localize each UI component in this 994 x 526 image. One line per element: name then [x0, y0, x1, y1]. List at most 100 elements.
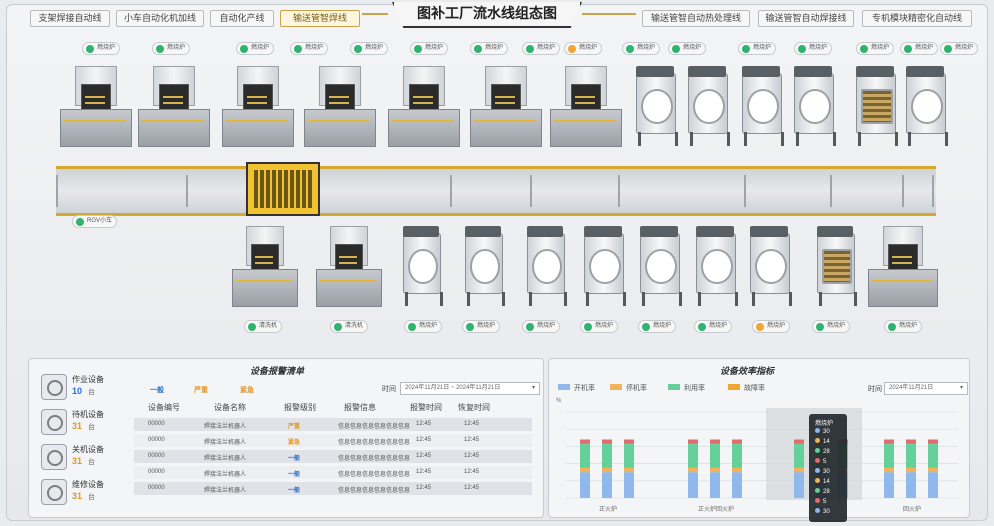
top-tag-7[interactable]: 燃烧炉 [522, 42, 561, 55]
x-tick-label: 正火炉回火炉 [698, 505, 734, 513]
top-tag-10[interactable]: 燃烧炉 [668, 42, 707, 55]
top-tag-3[interactable]: 燃烧炉 [290, 42, 329, 55]
legend-item-0[interactable]: 开机率 [558, 383, 595, 393]
nav-left-0[interactable]: 支架焊接自动线 [30, 10, 110, 27]
top-tag-14[interactable]: 燃烧炉 [900, 42, 939, 55]
oven-stripe [226, 120, 288, 123]
nav-left-2[interactable]: 自动化产线 [210, 10, 274, 27]
top-tag-8[interactable]: 燃烧炉 [564, 42, 603, 55]
top-tag-9[interactable]: 燃烧炉 [622, 42, 661, 55]
table-row[interactable]: 00000 焊接法兰机器人 严重 信息信息信息信息信息信息 12:45 12:45 [134, 418, 532, 431]
bar-segment [906, 472, 916, 498]
nav-right-1[interactable]: 输送管智自动焊接线 [758, 10, 854, 27]
bottom-furnace-6[interactable] [746, 226, 793, 308]
top-oven-5[interactable] [470, 66, 542, 148]
oven-base [138, 108, 210, 147]
cart-rack-bar [284, 170, 288, 208]
chevron-down-icon: ▾ [959, 385, 963, 391]
bottom-tag-11[interactable]: 燃烧炉 [884, 320, 923, 333]
bottom-tag-6-label: 燃烧炉 [653, 323, 672, 329]
bottom-tag-3[interactable]: 燃烧炉 [462, 320, 501, 333]
top-oven-0[interactable] [60, 66, 132, 148]
rgv-cart[interactable] [246, 162, 320, 216]
bottom-washer-1[interactable] [316, 226, 382, 308]
bottom-oven-last[interactable] [868, 226, 938, 308]
table-row[interactable]: 00000 焊接法兰机器人 一般 信息信息信息信息信息信息 12:45 12:45 [134, 466, 532, 479]
top-oven-6[interactable] [550, 66, 622, 148]
nav-left-3[interactable]: 输送管智焊线 [280, 10, 360, 27]
legend-item-1[interactable]: 停机率 [610, 383, 647, 393]
top-tag-2[interactable]: 燃烧炉 [236, 42, 275, 55]
top-oven-2[interactable] [222, 66, 294, 148]
top-tag-0[interactable]: 燃烧炉 [82, 42, 121, 55]
legend-item-2[interactable]: 利用率 [668, 383, 705, 393]
top-tag-9-label: 燃烧炉 [637, 45, 656, 51]
top-tag-12[interactable]: 燃烧炉 [794, 42, 833, 55]
furnace-cap [583, 226, 623, 238]
table-row[interactable]: 00000 焊接法兰机器人 一般 信息信息信息信息信息信息 12:45 12:45 [134, 482, 532, 495]
top-tag-1[interactable]: 燃烧炉 [152, 42, 191, 55]
bottom-tag-2[interactable]: 燃烧炉 [404, 320, 443, 333]
bar-segment [928, 472, 938, 498]
top-furnace-last[interactable] [902, 66, 949, 148]
bottom-tag-7[interactable]: 燃烧炉 [694, 320, 733, 333]
bottom-furnace-2[interactable] [524, 226, 567, 308]
bottom-furnace-5[interactable] [692, 226, 739, 308]
top-furnace-0[interactable] [632, 66, 679, 148]
bottom-tag-6[interactable]: 燃烧炉 [638, 320, 677, 333]
top-tag-13[interactable]: 燃烧炉 [856, 42, 895, 55]
top-furnace-1[interactable] [684, 66, 731, 148]
table-row[interactable]: 00000 焊接法兰机器人 紧急 信息信息信息信息信息信息 12:45 12:45 [134, 434, 532, 447]
level-normal[interactable]: 一般 [150, 385, 164, 395]
top-furnace-2[interactable] [738, 66, 785, 148]
top-oven-4[interactable] [388, 66, 460, 148]
bottom-tag-4[interactable]: 燃烧炉 [522, 320, 561, 333]
oven-slot [575, 95, 595, 98]
furnace-legs [585, 291, 627, 307]
bottom-tag-5[interactable]: 燃烧炉 [580, 320, 619, 333]
rgv-tag[interactable]: RGV小车 [72, 215, 118, 228]
top-tag-1-label: 燃烧炉 [167, 45, 186, 51]
alarm-date-select[interactable]: 2024年11月21日 ~ 2024年11月21日 ▾ [400, 382, 540, 395]
bar-segment [732, 472, 742, 498]
status-dot-icon [248, 322, 256, 331]
legend-item-3[interactable]: 故障率 [728, 383, 765, 393]
table-cell: 12:45 [464, 485, 480, 491]
series-dot-icon [815, 458, 820, 463]
bottom-tag-1[interactable]: 清洗机 [330, 320, 369, 333]
bar-segment [884, 467, 894, 473]
bottom-furnace-4[interactable] [636, 226, 683, 308]
level-serious[interactable]: 严重 [194, 385, 208, 395]
top-tag-4[interactable]: 燃烧炉 [350, 42, 389, 55]
eff-date-select[interactable]: 2024年11月21日 ▾ [884, 382, 968, 395]
stat-label: 关机设备 [72, 445, 104, 454]
nav-left-1[interactable]: 小车自动化机加线 [116, 10, 204, 27]
oven-stripe [319, 280, 377, 283]
tooltip-row: 28 [815, 488, 830, 495]
level-urgent[interactable]: 紧急 [240, 385, 254, 395]
bar-segment [928, 443, 938, 468]
top-furnace-3[interactable] [790, 66, 837, 148]
top-tag-11[interactable]: 燃烧炉 [738, 42, 777, 55]
top-oven-3[interactable] [304, 66, 376, 148]
bottom-washer-0[interactable] [232, 226, 298, 308]
bottom-tag-9[interactable]: 燃烧炉 [752, 320, 791, 333]
bottom-furnace-3[interactable] [580, 226, 627, 308]
top-oven-1[interactable] [138, 66, 210, 148]
top-furnace-gold[interactable] [852, 66, 899, 148]
bottom-tag-10[interactable]: 燃烧炉 [812, 320, 851, 333]
furnace-legs [467, 291, 505, 307]
top-tag-6[interactable]: 燃烧炉 [470, 42, 509, 55]
top-tag-15[interactable]: 燃烧炉 [940, 42, 979, 55]
table-cell: 信息信息信息信息信息信息 [338, 472, 411, 478]
nav-right-2[interactable]: 专机模块精密化自动线 [862, 10, 972, 27]
belt-joint [618, 175, 620, 207]
bottom-furnace-0[interactable] [400, 226, 443, 308]
table-row[interactable]: 00000 焊接法兰机器人 一般 信息信息信息信息信息信息 12:45 12:45 [134, 450, 532, 463]
oven-slot [163, 102, 183, 105]
bottom-tag-0[interactable]: 清洗机 [244, 320, 283, 333]
bottom-furnace-1[interactable] [462, 226, 505, 308]
bottom-furnace-gold[interactable] [814, 226, 857, 308]
nav-right-0[interactable]: 输送管智自动热处理线 [642, 10, 750, 27]
top-tag-5[interactable]: 燃烧炉 [410, 42, 449, 55]
